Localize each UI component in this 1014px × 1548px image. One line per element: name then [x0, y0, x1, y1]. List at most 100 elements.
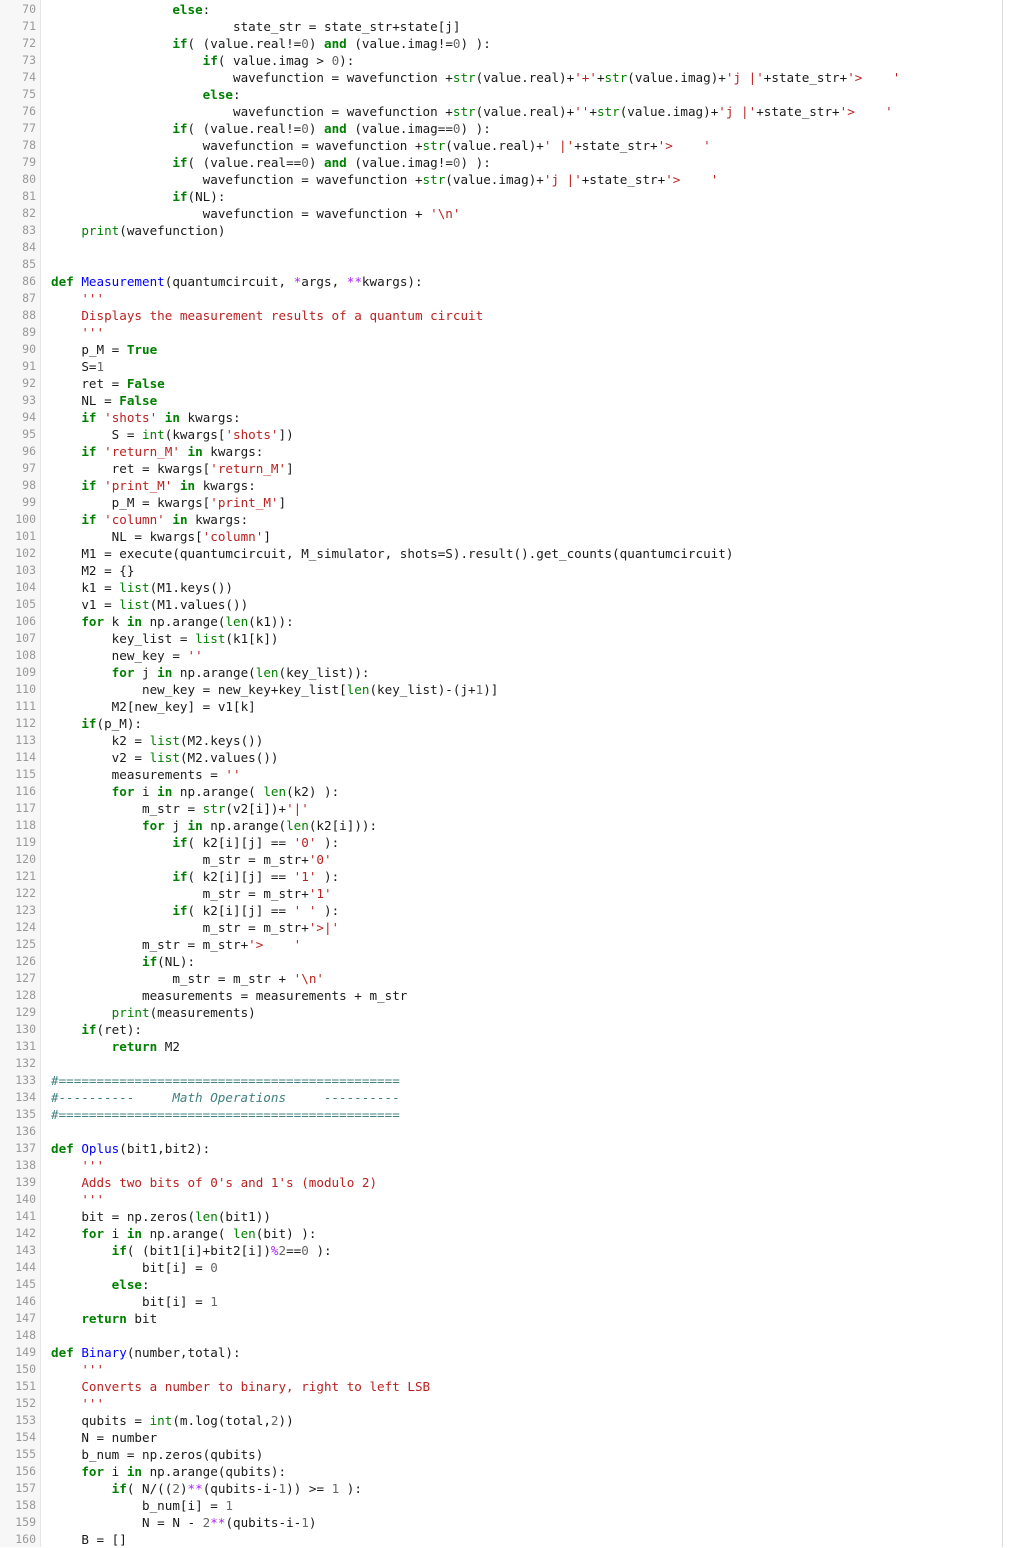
code-line[interactable]: 115 measurements = '' [0, 766, 1002, 783]
code-line[interactable]: 139 Adds two bits of 0's and 1's (modulo… [0, 1174, 1002, 1191]
code-line[interactable]: 122 m_str = m_str+'1' [0, 885, 1002, 902]
code-line[interactable]: 113 k2 = list(M2.keys()) [0, 732, 1002, 749]
code-line[interactable]: 90 p_M = True [0, 341, 1002, 358]
code-line[interactable]: 70 else: [0, 1, 1002, 18]
code-line[interactable]: 123 if( k2[i][j] == ' ' ): [0, 902, 1002, 919]
line-number: 70 [22, 2, 36, 16]
code-line[interactable]: 84 [0, 239, 1002, 256]
code-line[interactable]: 76 wavefunction = wavefunction +str(valu… [0, 103, 1002, 120]
code-line[interactable]: 124 m_str = m_str+'>|' [0, 919, 1002, 936]
code-line[interactable]: 96 if 'return_M' in kwargs: [0, 443, 1002, 460]
code-line[interactable]: 118 for j in np.arange(len(k2[i])): [0, 817, 1002, 834]
code-line[interactable]: 134 #---------- Math Operations ---------… [0, 1089, 1002, 1106]
code-line[interactable]: 80 wavefunction = wavefunction +str(valu… [0, 171, 1002, 188]
line-number: 116 [15, 784, 36, 798]
code-line[interactable]: 148 [0, 1327, 1002, 1344]
code-line[interactable]: 89 ''' [0, 324, 1002, 341]
code-line[interactable]: 78 wavefunction = wavefunction +str(valu… [0, 137, 1002, 154]
code-line[interactable]: 137 def Oplus(bit1,bit2): [0, 1140, 1002, 1157]
code-editor[interactable]: 70 else: 71 state_str = state_str+state[j… [0, 0, 1003, 1547]
code-line[interactable]: 86 def Measurement(quantumcircuit, *args,… [0, 273, 1002, 290]
code-line[interactable]: 130 if(ret): [0, 1021, 1002, 1038]
code-line[interactable]: 145 else: [0, 1276, 1002, 1293]
code-text: S=1 [81, 359, 105, 374]
code-line[interactable]: 73 if( value.imag > 0): [0, 52, 1002, 69]
code-line[interactable]: 142 for i in np.arange( len(bit) ): [0, 1225, 1002, 1242]
code-text: Converts a number to binary, right to le… [81, 1379, 431, 1394]
code-line[interactable]: 146 bit[i] = 1 [0, 1293, 1002, 1310]
code-line[interactable]: 126 if(NL): [0, 953, 1002, 970]
code-line[interactable]: 101 NL = kwargs['column'] [0, 528, 1002, 545]
code-line[interactable]: 91 S=1 [0, 358, 1002, 375]
code-line[interactable]: 152 ''' [0, 1395, 1002, 1412]
code-line[interactable]: 143 if( (bit1[i]+bit2[i])%2==0 ): [0, 1242, 1002, 1259]
code-line[interactable]: 77 if( (value.real!=0) and (value.imag==… [0, 120, 1002, 137]
code-line[interactable]: 158 b_num[i] = 1 [0, 1497, 1002, 1514]
code-line[interactable]: 104 k1 = list(M1.keys()) [0, 579, 1002, 596]
code-line[interactable]: 107 key_list = list(k1[k]) [0, 630, 1002, 647]
code-line[interactable]: 156 for i in np.arange(qubits): [0, 1463, 1002, 1480]
code-line[interactable]: 132 [0, 1055, 1002, 1072]
code-line[interactable]: 102 M1 = execute(quantumcircuit, M_simul… [0, 545, 1002, 562]
code-line[interactable]: 99 p_M = kwargs['print_M'] [0, 494, 1002, 511]
code-line[interactable]: 128 measurements = measurements + m_str [0, 987, 1002, 1004]
code-line[interactable]: 81 if(NL): [0, 188, 1002, 205]
line-number: 137 [15, 1141, 36, 1155]
code-line[interactable]: 94 if 'shots' in kwargs: [0, 409, 1002, 426]
line-number: 73 [22, 53, 36, 67]
code-text: wavefunction = wavefunction + '\n' [202, 206, 461, 221]
code-line[interactable]: 72 if( (value.real!=0) and (value.imag!=… [0, 35, 1002, 52]
code-line[interactable]: 79 if( (value.real==0) and (value.imag!=… [0, 154, 1002, 171]
code-line[interactable]: 105 v1 = list(M1.values()) [0, 596, 1002, 613]
code-line[interactable]: 108 new_key = '' [0, 647, 1002, 664]
code-line[interactable]: 120 m_str = m_str+'0' [0, 851, 1002, 868]
code-line[interactable]: 149 def Binary(number,total): [0, 1344, 1002, 1361]
code-line[interactable]: 85 [0, 256, 1002, 273]
code-line[interactable]: 153 qubits = int(m.log(total,2)) [0, 1412, 1002, 1429]
code-line[interactable]: 83 print(wavefunction) [0, 222, 1002, 239]
code-line[interactable]: 133 #====================================… [0, 1072, 1002, 1089]
code-line[interactable]: 131 return M2 [0, 1038, 1002, 1055]
code-line[interactable]: 136 [0, 1123, 1002, 1140]
code-line[interactable]: 109 for j in np.arange(len(key_list)): [0, 664, 1002, 681]
code-line[interactable]: 135 #====================================… [0, 1106, 1002, 1123]
code-line[interactable]: 121 if( k2[i][j] == '1' ): [0, 868, 1002, 885]
code-line[interactable]: 150 ''' [0, 1361, 1002, 1378]
code-line[interactable]: 92 ret = False [0, 375, 1002, 392]
code-line[interactable]: 103 M2 = {} [0, 562, 1002, 579]
code-line[interactable]: 141 bit = np.zeros(len(bit1)) [0, 1208, 1002, 1225]
code-line[interactable]: 129 print(measurements) [0, 1004, 1002, 1021]
code-line[interactable]: 74 wavefunction = wavefunction +str(valu… [0, 69, 1002, 86]
code-line[interactable]: 154 N = number [0, 1429, 1002, 1446]
code-line[interactable]: 159 N = N - 2**(qubits-i-1) [0, 1514, 1002, 1531]
code-line[interactable]: 93 NL = False [0, 392, 1002, 409]
code-line[interactable]: 110 new_key = new_key+key_list[len(key_l… [0, 681, 1002, 698]
code-line[interactable]: 98 if 'print_M' in kwargs: [0, 477, 1002, 494]
code-line[interactable]: 144 bit[i] = 0 [0, 1259, 1002, 1276]
code-line[interactable]: 111 M2[new_key] = v1[k] [0, 698, 1002, 715]
code-line[interactable]: 119 if( k2[i][j] == '0' ): [0, 834, 1002, 851]
code-line[interactable]: 88 Displays the measurement results of a… [0, 307, 1002, 324]
code-line[interactable]: 138 ''' [0, 1157, 1002, 1174]
code-line[interactable]: 151 Converts a number to binary, right t… [0, 1378, 1002, 1395]
code-line[interactable]: 116 for i in np.arange( len(k2) ): [0, 783, 1002, 800]
code-line[interactable]: 112 if(p_M): [0, 715, 1002, 732]
code-line[interactable]: 155 b_num = np.zeros(qubits) [0, 1446, 1002, 1463]
code-line[interactable]: 106 for k in np.arange(len(k1)): [0, 613, 1002, 630]
code-line[interactable]: 114 v2 = list(M2.values()) [0, 749, 1002, 766]
code-line[interactable]: 82 wavefunction = wavefunction + '\n' [0, 205, 1002, 222]
code-line[interactable]: 147 return bit [0, 1310, 1002, 1327]
code-line[interactable]: 160 B = [] [0, 1531, 1002, 1548]
code-line[interactable]: 125 m_str = m_str+'> ' [0, 936, 1002, 953]
code-line[interactable]: 95 S = int(kwargs['shots']) [0, 426, 1002, 443]
code-line[interactable]: 87 ''' [0, 290, 1002, 307]
code-line[interactable]: 71 state_str = state_str+state[j] [0, 18, 1002, 35]
code-line[interactable]: 140 ''' [0, 1191, 1002, 1208]
code-line[interactable]: 75 else: [0, 86, 1002, 103]
code-line[interactable]: 100 if 'column' in kwargs: [0, 511, 1002, 528]
code-line[interactable]: 127 m_str = m_str + '\n' [0, 970, 1002, 987]
line-number: 154 [15, 1430, 36, 1444]
code-line[interactable]: 97 ret = kwargs['return_M'] [0, 460, 1002, 477]
code-line[interactable]: 117 m_str = str(v2[i])+'|' [0, 800, 1002, 817]
code-line[interactable]: 157 if( N/((2)**(qubits-i-1)) >= 1 ): [0, 1480, 1002, 1497]
